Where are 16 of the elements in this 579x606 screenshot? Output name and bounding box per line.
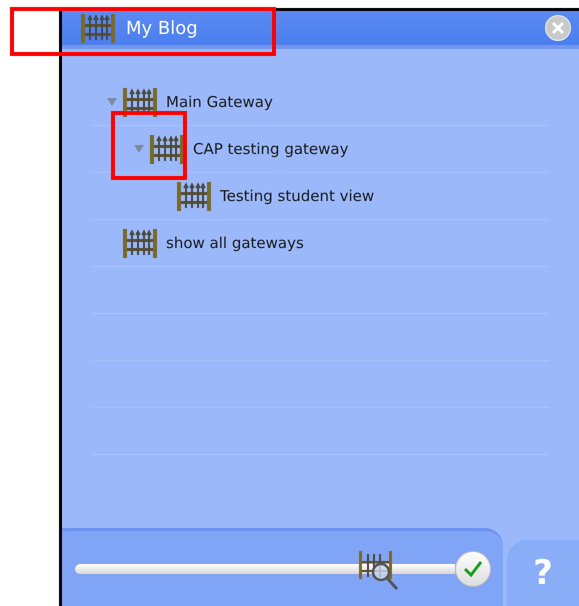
tree-item[interactable]: Testing student view xyxy=(220,184,374,208)
triangle-down-icon xyxy=(134,144,144,154)
triangle-down-icon xyxy=(107,97,117,107)
window-title: My Blog xyxy=(126,16,198,40)
close-button[interactable] xyxy=(545,15,571,41)
fence-icon xyxy=(122,227,158,259)
fence-icon xyxy=(122,86,158,118)
tree-item[interactable]: Main Gateway xyxy=(166,90,273,114)
tree-item[interactable]: CAP testing gateway xyxy=(193,138,348,160)
check-icon xyxy=(463,560,483,578)
fence-icon xyxy=(149,133,185,165)
tree-item[interactable]: show all gateways xyxy=(166,232,304,254)
close-icon xyxy=(551,21,565,35)
confirm-button[interactable] xyxy=(455,550,491,586)
fence-icon xyxy=(80,12,116,44)
fence-icon xyxy=(176,180,212,212)
